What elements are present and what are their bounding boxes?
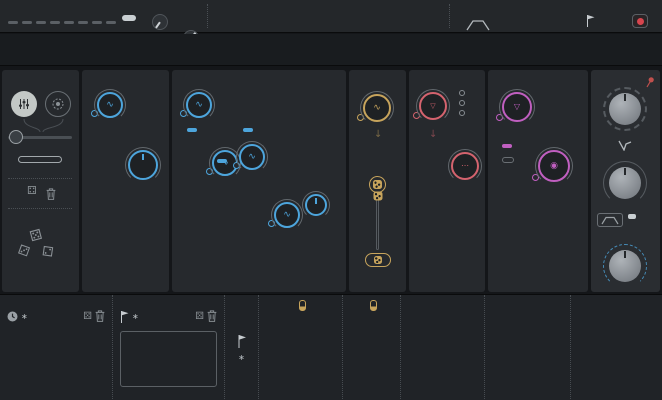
mod-sequencer-chart[interactable] [120,331,217,387]
reverb-knob[interactable]: ▽ [502,92,532,122]
pin-icon[interactable] [645,73,655,92]
mod-sequencer-section: ∗ ⚄ [112,295,224,400]
transient-detector-meter [8,21,116,24]
mixer-icon [18,98,30,110]
trapezoid-icon [601,216,619,225]
lfo-section [342,295,400,400]
sensitivity-knob[interactable] [152,14,168,30]
rnd-dice-button[interactable] [365,253,391,267]
filter-section [400,295,484,400]
time-rate-mod-panel: ∿ ↓ [349,70,406,292]
clock-icon[interactable] [7,311,18,322]
dice-icon: ⚁ [41,244,54,260]
position-quantize-button[interactable] [243,128,253,132]
dice-handle-icon[interactable] [373,192,382,201]
recorder-trigger-control[interactable] [586,14,598,27]
window-shape-icon[interactable] [466,16,490,35]
filter-mod-amount-knob[interactable]: ⋯ [451,152,479,180]
grain-size-quantize-button[interactable] [187,128,197,132]
grain-size-knob[interactable]: ∿ [186,92,212,118]
top-bar [0,0,662,33]
divider [8,178,72,179]
output-panel [591,70,660,292]
main-mix-slider-handle[interactable] [9,130,23,144]
bottom-section: ∗ ⚄ ∗ ⚄ [0,294,662,400]
density-mode-knob[interactable] [128,150,158,180]
dice-icon[interactable] [369,176,386,193]
grain-panel: ∿ ∿ ∿ ∿ [172,70,346,292]
multiplier-icon: ∗ [21,312,28,321]
radio-mix[interactable] [459,90,468,96]
harvester-tab[interactable] [45,91,71,117]
filter-mod-panel: ▽ ⋯ ↓ [409,70,485,292]
mod-mix-button[interactable] [18,156,62,163]
delay-fx-section [570,295,662,400]
radio-reso[interactable] [459,100,468,106]
time-rate-mod-knob[interactable]: ∿ [363,94,391,122]
detector-waveform[interactable] [214,4,444,30]
enhance-button[interactable] [628,214,636,219]
delay-knob[interactable]: ◉ [538,150,570,182]
dice-icon[interactable]: ⚄ [195,312,204,322]
granular-plugin-window: ⚃ ⚄ ⚂ ⚁ ∿ ∿ ∿ ∿ ∿ [0,0,662,400]
add-mode-button[interactable] [502,144,512,148]
dry-wet-mode-button[interactable] [502,157,514,163]
trash-icon[interactable] [46,185,56,204]
buffer-waveform[interactable] [0,34,662,66]
multiplier-icon: ∗ [238,353,245,362]
divider [449,4,450,28]
auto-button[interactable] [122,15,136,21]
main-tab[interactable] [11,91,37,117]
time-rate-mod-slider [349,176,406,267]
dice-icon: ⚄ [28,227,44,246]
mod-slot-icon[interactable] [299,300,306,311]
grain-pan-knob[interactable] [609,250,641,282]
dry-level-knob[interactable] [609,93,641,125]
divider [207,4,208,28]
density-knob[interactable]: ∿ [97,92,123,118]
v-curve-icon [617,136,633,155]
window-mode-button[interactable] [597,213,623,227]
radio-pan[interactable] [459,110,468,116]
rnd-section: ∗ [224,295,258,400]
random-assign-dice[interactable]: ⚄ ⚂ ⚁ [18,228,62,272]
jitter-knob[interactable]: ∿ [274,202,300,228]
speed-quantize-button[interactable] [217,159,227,163]
reverb-fx-section [484,295,570,400]
source-panel: ⚃ ⚄ ⚂ ⚁ [2,70,79,292]
density-panel: ∿ [82,70,169,292]
record-dot-icon [637,18,644,25]
randomize-all-icon[interactable]: ⚃ [27,185,37,196]
mod-slot-icon[interactable] [370,300,377,311]
flag-icon[interactable] [237,333,246,352]
record-button[interactable] [632,14,648,28]
divider [8,208,72,209]
flag-icon [586,14,595,27]
trash-icon[interactable] [207,307,217,326]
flag-icon[interactable] [120,310,129,323]
harvester-icon [51,97,65,111]
reverb-panel: ▽ ◉ [488,70,588,292]
filter-mod-knob[interactable]: ▽ [419,92,447,120]
envelope-section [258,295,342,400]
trash-icon[interactable] [95,307,105,326]
dice-icon[interactable]: ⚄ [83,312,92,322]
multiplier-icon: ∗ [132,312,139,321]
arrow-down-icon: ↓ [374,130,382,140]
position-knob[interactable]: ∿ [239,144,265,170]
dice-icon: ⚂ [16,243,32,261]
fx-level-knob[interactable] [609,167,641,199]
arrow-down-icon: ↓ [429,130,437,140]
slider-track[interactable] [365,196,391,250]
pitch-knob[interactable] [305,194,327,216]
trigger-sequencer-section: ∗ ⚄ [0,295,112,400]
